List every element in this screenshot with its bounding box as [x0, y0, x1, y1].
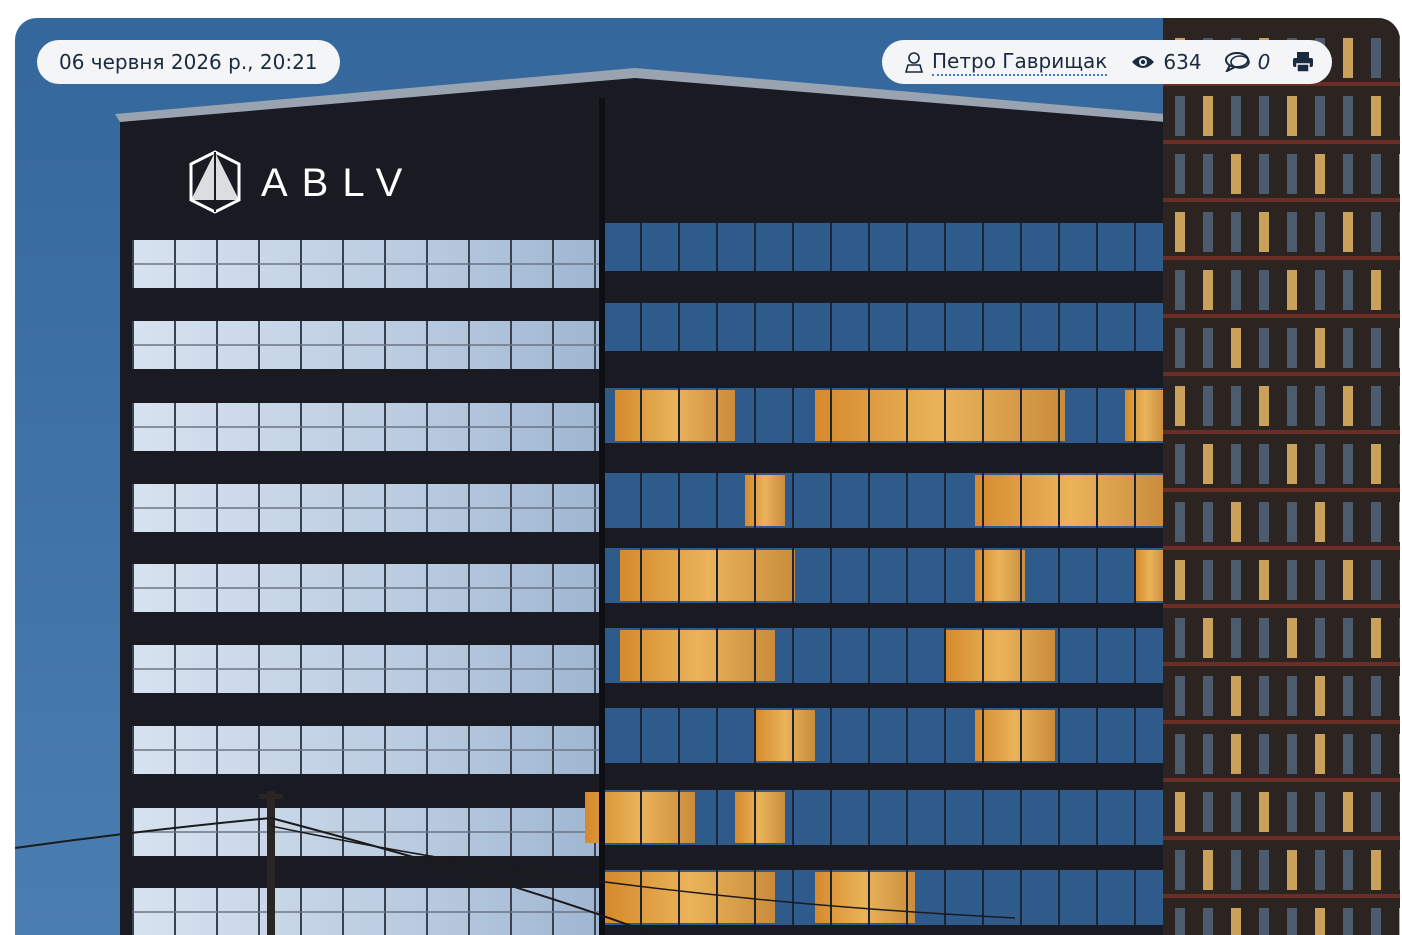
print-button[interactable]: [1292, 51, 1314, 73]
ablv-sign-text: ABLV: [261, 161, 416, 205]
date-badge: 06 червня 2026 р., 20:21: [37, 40, 340, 84]
comments-counter[interactable]: 0: [1224, 50, 1271, 74]
publish-date: 06 червня 2026 р., 20:21: [59, 50, 318, 74]
comments-count: 0: [1257, 50, 1271, 74]
building-photo: ABLV: [15, 18, 1400, 935]
print-icon: [1292, 51, 1314, 73]
right-tower: [1163, 18, 1400, 935]
article-meta-bar: Петро Гаврищак 634 0: [882, 40, 1333, 84]
eye-icon: [1131, 54, 1155, 70]
article-photo: ABLV: [15, 18, 1400, 935]
user-icon: [904, 51, 924, 73]
comment-icon: [1224, 52, 1250, 72]
views-count: 634: [1163, 50, 1202, 74]
views-counter: 634: [1131, 50, 1202, 74]
author-link[interactable]: Петро Гаврищак: [932, 49, 1108, 76]
author-block: Петро Гаврищак: [904, 49, 1108, 76]
